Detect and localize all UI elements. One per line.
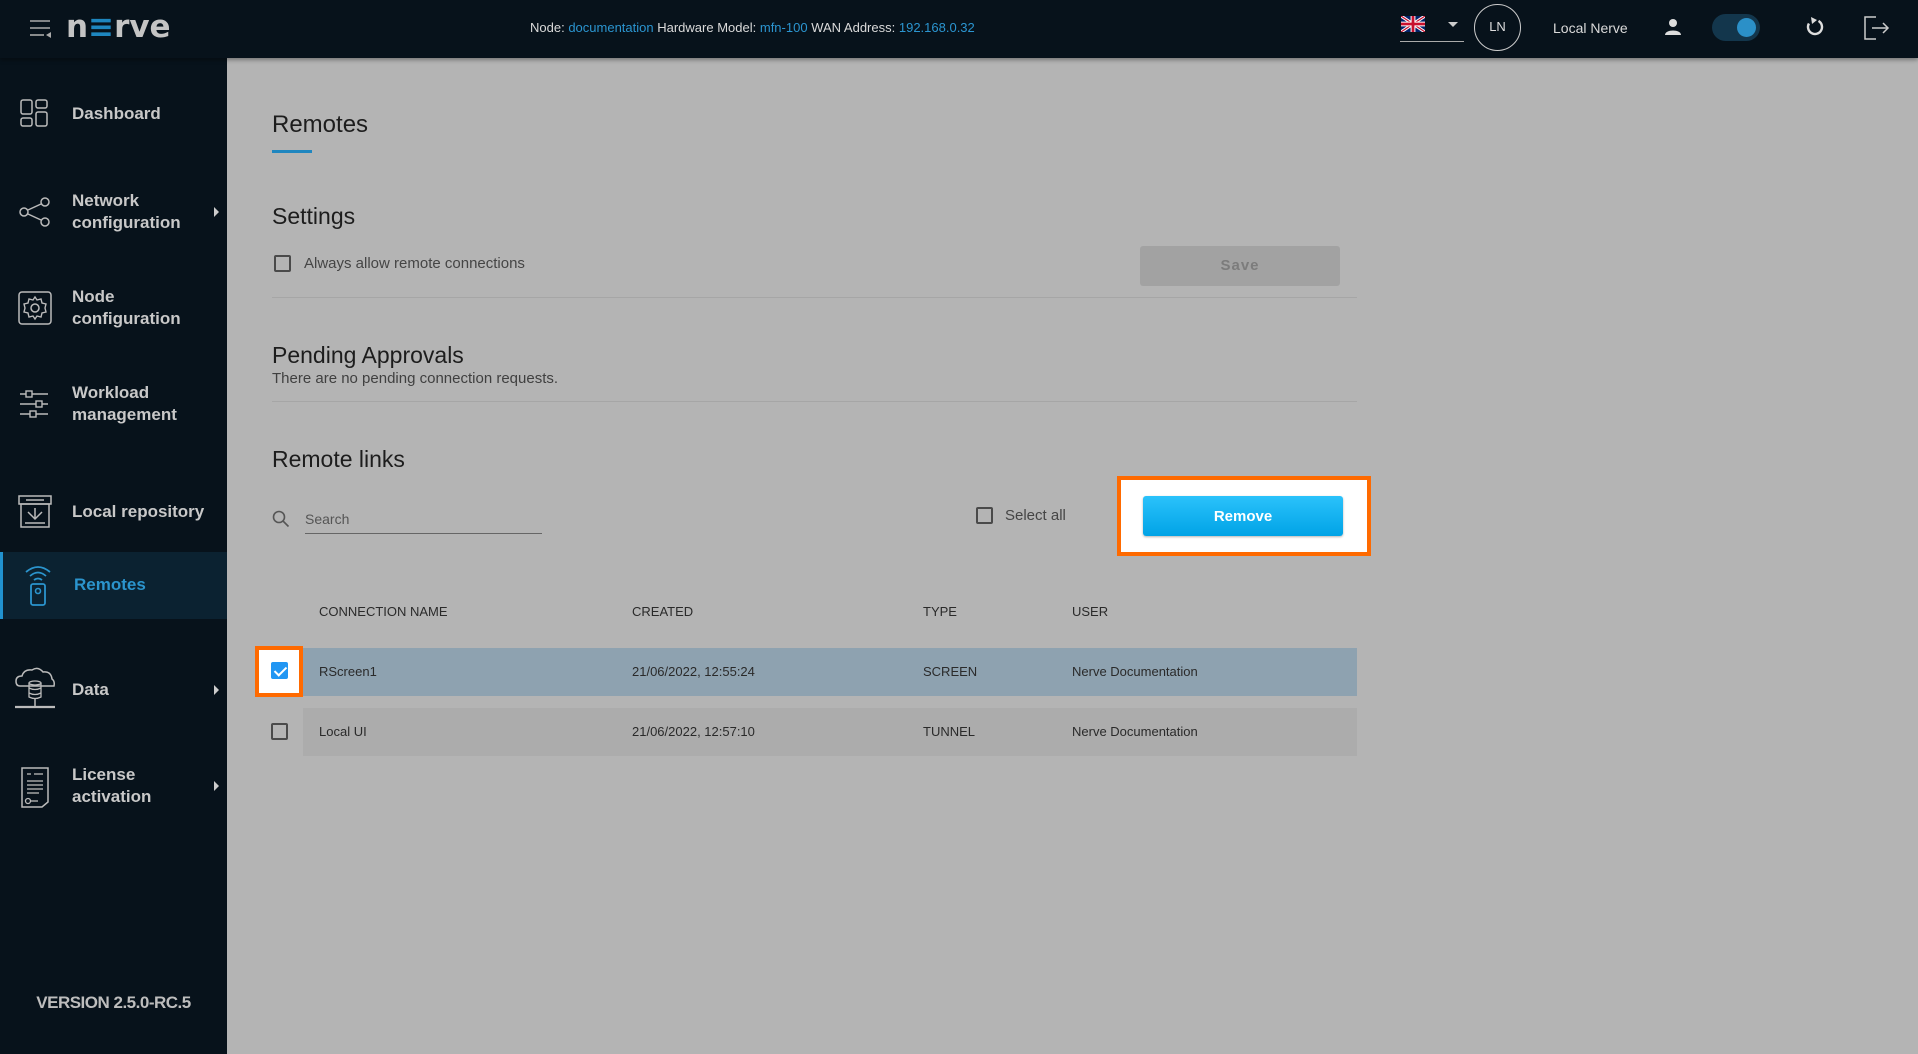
sidebar-item-label: License activation [72,765,152,806]
row-checkbox[interactable] [271,723,288,740]
sidebar-item-local-repository[interactable]: Local repository [0,478,227,546]
node-label: Node: [530,20,565,35]
connection-name: RScreen1 [319,664,377,679]
title-underline [272,150,312,153]
connection-name: Local UI [319,724,367,739]
language-select[interactable] [1400,14,1464,42]
wan-address-label: WAN Address: [811,20,896,35]
menu-collapse-icon[interactable] [29,18,53,40]
hardware-model-label: Hardware Model: [657,20,757,35]
sidebar-item-label: Dashboard [72,104,161,123]
chevron-right-icon [214,207,219,217]
remove-button[interactable]: Remove [1143,496,1343,536]
sliders-icon [20,390,48,418]
sidebar-item-node-configuration[interactable]: Node configuration [0,264,227,352]
sidebar-item-license-activation[interactable]: License activation [0,742,227,830]
gear-icon [18,291,52,325]
column-header-type[interactable]: TYPE [923,604,957,619]
chevron-right-icon [214,781,219,791]
mode-toggle[interactable] [1712,14,1760,41]
logo-text: n [66,9,89,45]
top-bar: n≡rve Node: documentation Hardware Model… [0,0,1918,58]
sidebar-item-label: Node configuration [72,287,181,328]
remote-links-title: Remote links [272,446,405,472]
chevron-down-icon [1448,22,1458,27]
nerve-logo[interactable]: n≡rve [66,9,171,45]
sidebar-item-data[interactable]: Data [0,646,227,734]
share-network-icon [19,197,50,227]
license-document-icon [21,767,49,808]
save-button[interactable]: Save [1140,246,1340,286]
always-allow-checkbox[interactable] [274,255,291,272]
chevron-right-icon [214,685,219,695]
connection-user: Nerve Documentation [1072,664,1198,679]
sidebar-item-label: Data [72,680,109,699]
user-name: Local Nerve [1553,20,1628,36]
refresh-icon[interactable] [1804,16,1826,38]
connection-type: TUNNEL [923,724,976,739]
logout-icon[interactable] [1862,14,1890,42]
select-all-checkbox[interactable] [976,507,993,524]
node-value: documentation [568,20,654,35]
divider [272,401,1357,402]
main-content: Remotes Settings Always allow remote con… [227,58,1918,1054]
wan-address-value: 192.168.0.32 [898,20,975,35]
avatar[interactable]: LN [1474,4,1521,51]
sidebar-item-label: Workload management [72,383,177,424]
user-icon[interactable] [1664,18,1682,36]
column-header-user[interactable]: USER [1072,604,1108,619]
connection-user: Nerve Documentation [1072,724,1198,739]
settings-title: Settings [272,203,356,229]
sidebar-item-label: Remotes [74,575,146,594]
created-date: 21/06/2022, 12:55:24 [632,664,755,679]
search-icon [272,510,290,528]
sidebar-item-remotes[interactable]: Remotes [0,552,227,619]
connection-type: SCREEN [923,664,978,679]
sidebar-item-workload-management[interactable]: Workload management [0,360,227,448]
logo-accent: ≡ [88,9,115,45]
cloud-database-icon [15,667,55,709]
sidebar-item-dashboard[interactable]: Dashboard [0,80,227,148]
created-date: 21/06/2022, 12:57:10 [632,724,755,739]
table-row[interactable]: RScreen1 21/06/2022, 12:55:24 SCREEN Ner… [303,648,1357,696]
pending-empty-text: There are no pending connection requests… [272,370,559,387]
divider [272,297,1357,298]
select-all-label: Select all [1005,507,1066,524]
table-row[interactable]: Local UI 21/06/2022, 12:57:10 TUNNEL Ner… [303,708,1357,756]
pending-approvals-title: Pending Approvals [272,342,464,368]
toggle-knob [1737,18,1756,37]
remote-wifi-icon [25,566,51,606]
logo-text: rve [114,9,171,45]
sidebar: Dashboard Network configuration Node con… [0,58,227,1054]
always-allow-label: Always allow remote connections [304,255,525,272]
node-info: Node: documentation Hardware Model: mfn-… [530,20,975,35]
uk-flag-icon [1401,16,1425,32]
hardware-model-value: mfn-100 [759,20,808,35]
sidebar-item-label: Local repository [72,502,205,521]
dashboard-icon [20,99,48,127]
repository-download-icon [18,495,52,528]
version-label: VERSION 2.5.0-RC.5 [36,993,191,1012]
search-input[interactable] [305,504,542,534]
row-checkbox[interactable] [271,662,288,679]
column-header-connection-name[interactable]: CONNECTION NAME [319,604,448,619]
sidebar-item-label: Network configuration [72,191,181,232]
page-title: Remotes [272,111,369,138]
column-header-created[interactable]: CREATED [632,604,693,619]
search-field [272,504,542,534]
sidebar-item-network-configuration[interactable]: Network configuration [0,168,227,256]
